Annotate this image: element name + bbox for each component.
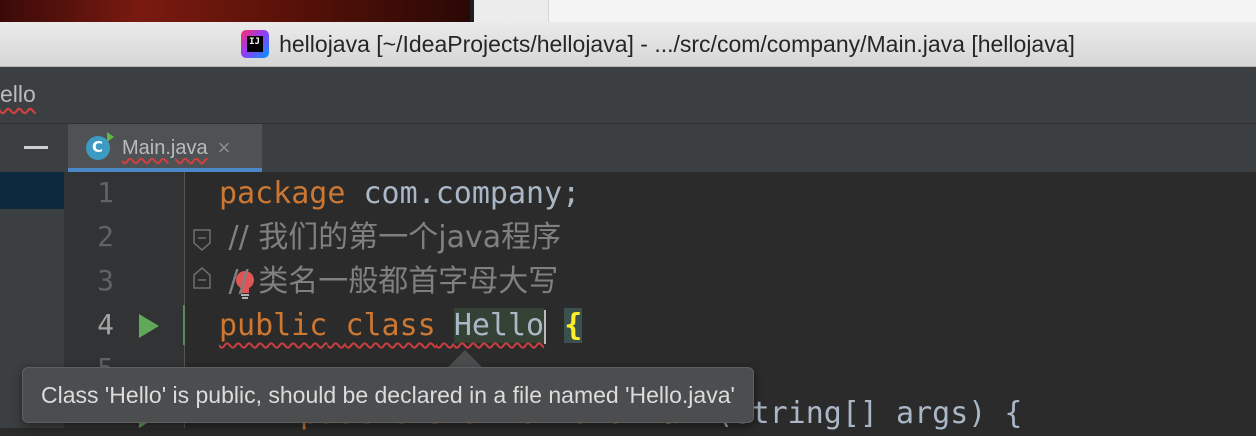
project-tree-selected-row[interactable] [0, 172, 64, 209]
tooltip-message: Class 'Hello' is public, should be decla… [41, 381, 735, 408]
error-tooltip: Class 'Hello' is public, should be decla… [22, 367, 754, 423]
line-number: 2 [97, 220, 114, 253]
desktop-wallpaper [0, 0, 470, 22]
line-number: 4 [97, 308, 114, 341]
window-divider [470, 0, 474, 22]
package-name: com.company; [345, 176, 581, 211]
code-line-1[interactable]: package com.company; [219, 172, 580, 216]
line-number: 1 [97, 176, 114, 209]
code-line-2-comment[interactable]: // 我们的第一个java程序 [219, 216, 562, 260]
desktop-background-strip [0, 0, 1256, 22]
keyword-package: package [219, 176, 346, 211]
keyword-public: public [219, 308, 328, 343]
breadcrumb-item[interactable]: ello [0, 81, 36, 108]
open-brace: { [564, 308, 583, 343]
window-title-bar: IJ hellojava [~/IdeaProjects/hellojava] … [0, 22, 1256, 67]
window-title: hellojava [~/IdeaProjects/hellojava] - .… [279, 30, 1075, 57]
java-class-icon: C [86, 132, 114, 160]
tab-label: Main.java [122, 136, 208, 159]
class-name-hello: Hello [453, 308, 545, 343]
text-caret [544, 309, 547, 344]
editor-tab-bar: C Main.java × [64, 124, 1256, 173]
background-window [548, 0, 1256, 22]
class-icon-letter: C [92, 138, 104, 156]
run-class-icon[interactable] [139, 314, 159, 338]
tab-main-java[interactable]: C Main.java × [68, 124, 262, 172]
close-tab-icon[interactable]: × [218, 135, 231, 161]
navigation-bar: ello [0, 67, 1256, 124]
fold-end-icon[interactable] [193, 267, 211, 289]
app-icon-text: IJ [249, 37, 260, 47]
keyword-class: class [345, 308, 436, 343]
fold-start-icon[interactable] [193, 229, 211, 251]
line-number: 3 [97, 264, 114, 297]
tooltip-arrow [448, 350, 482, 367]
code-line-4[interactable]: public class Hello { [219, 304, 583, 348]
minimize-panel-button[interactable] [24, 146, 48, 149]
intellij-app-icon: IJ [241, 30, 270, 58]
code-line-3-comment[interactable]: // 类名一般都首字母大写 [219, 260, 559, 304]
method-params: (String[] args) { [715, 396, 1023, 431]
vcs-change-marker[interactable] [183, 305, 185, 345]
